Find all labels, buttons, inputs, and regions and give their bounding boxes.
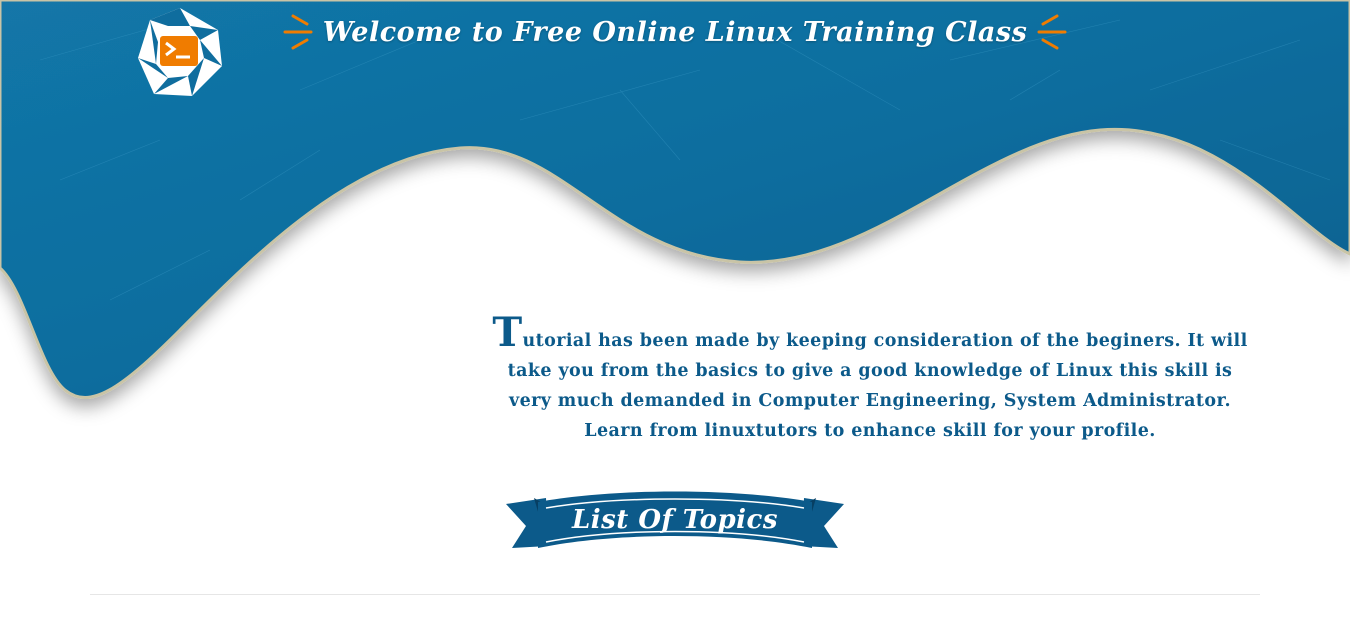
section-divider [90, 594, 1260, 595]
intro-text: utorial has been made by keeping conside… [507, 330, 1248, 441]
topics-heading: List Of Topics [572, 505, 778, 535]
intro-paragraph: Tutorial has been made by keeping consid… [492, 312, 1248, 446]
header-title-bar: Welcome to Free Online Linux Training Cl… [0, 10, 1350, 54]
intro-dropcap: T [492, 308, 523, 356]
title-right-ornament-icon [1037, 14, 1067, 50]
page: Welcome to Free Online Linux Training Cl… [0, 0, 1350, 617]
page-title: Welcome to Free Online Linux Training Cl… [322, 16, 1028, 48]
title-left-ornament-icon [283, 14, 313, 50]
